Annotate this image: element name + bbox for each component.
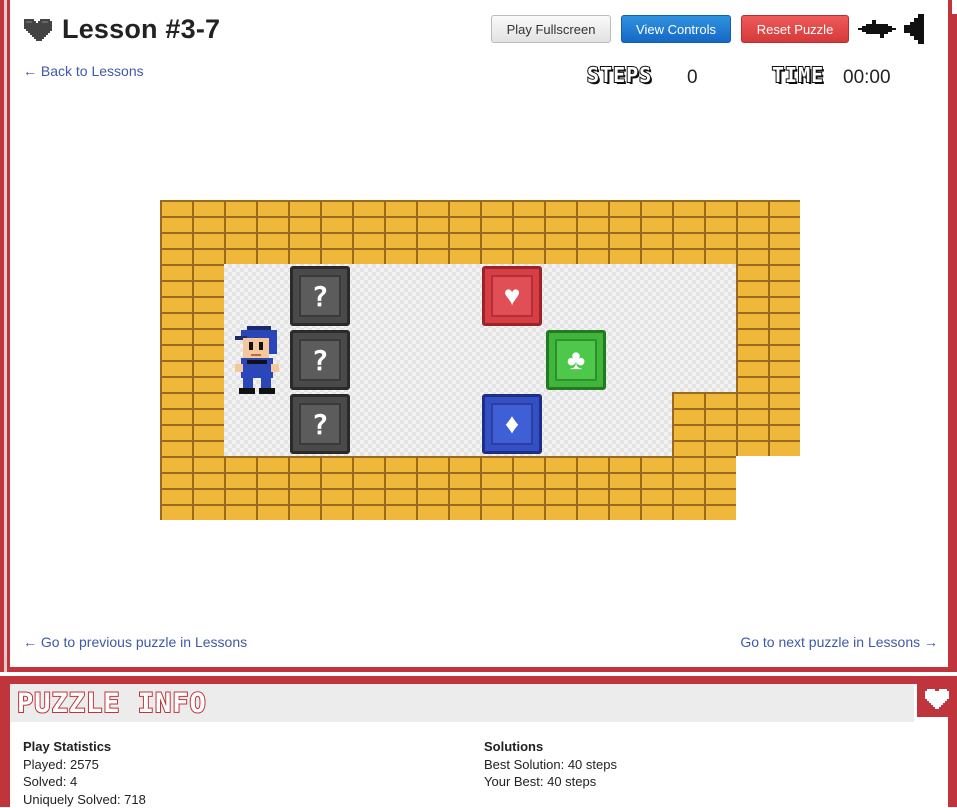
back-to-lessons-link[interactable]: ← Back to Lessons [23,63,144,79]
wall-top [160,200,800,264]
heart-icon [22,17,52,43]
uniquely-solved-count: Uniquely Solved: 718 [23,791,146,808]
diamond-crate[interactable]: ♦ [482,394,542,454]
mystery-crate[interactable]: ? [290,330,350,390]
wall-left [160,264,224,456]
frame-notch-inner [952,0,957,14]
best-solution: Best Solution: 40 steps [484,756,617,774]
solutions: Solutions Best Solution: 40 steps Your B… [484,738,617,791]
steps-label: STEPS [587,63,652,87]
heart-icon: ♥ [491,275,533,317]
club-icon: ♣ [555,339,597,381]
heart-crate[interactable]: ♥ [482,266,542,326]
previous-puzzle-link[interactable]: ← Go to previous puzzle in Lessons [23,634,247,650]
played-count: Played: 2575 [23,756,146,774]
diamond-icon: ♦ [491,403,533,445]
solved-count: Solved: 4 [23,773,146,791]
your-best: Your Best: 40 steps [484,773,617,791]
puzzle-info-title: PUZZLE INFO [17,688,207,719]
music-icon[interactable] [858,18,896,40]
game-board[interactable]: ? ? ? ♥ ♣ ♦ [160,200,800,520]
sound-icon[interactable] [904,14,928,44]
steps-value: 0 [687,67,698,89]
wall-right-upper [736,264,800,392]
time-value: 00:00 [843,67,891,89]
mystery-crate[interactable]: ? [290,394,350,454]
crate-symbol: ? [299,403,341,445]
play-fullscreen-button[interactable]: Play Fullscreen [491,15,611,43]
player-character[interactable] [231,326,283,394]
crate-symbol: ? [299,275,341,317]
page-title: Lesson #3-7 [62,14,220,45]
club-crate[interactable]: ♣ [546,330,606,390]
view-controls-button[interactable]: View Controls [621,15,731,43]
play-statistics-heading: Play Statistics [23,738,146,756]
solutions-heading: Solutions [484,738,617,756]
heart-icon [925,689,949,709]
frame-inset [4,0,7,672]
crate-symbol: ? [299,339,341,381]
wall-bottom [160,456,736,520]
reset-puzzle-button[interactable]: Reset Puzzle [741,15,849,43]
play-statistics: Play Statistics Played: 2575 Solved: 4 U… [23,738,146,808]
favorite-button[interactable] [917,681,957,717]
wall-right-step [672,392,800,456]
title-row: Lesson #3-7 [22,14,220,45]
next-puzzle-link[interactable]: Go to next puzzle in Lessons → [740,634,938,650]
mystery-crate[interactable]: ? [290,266,350,326]
time-label: TIME [772,63,824,87]
